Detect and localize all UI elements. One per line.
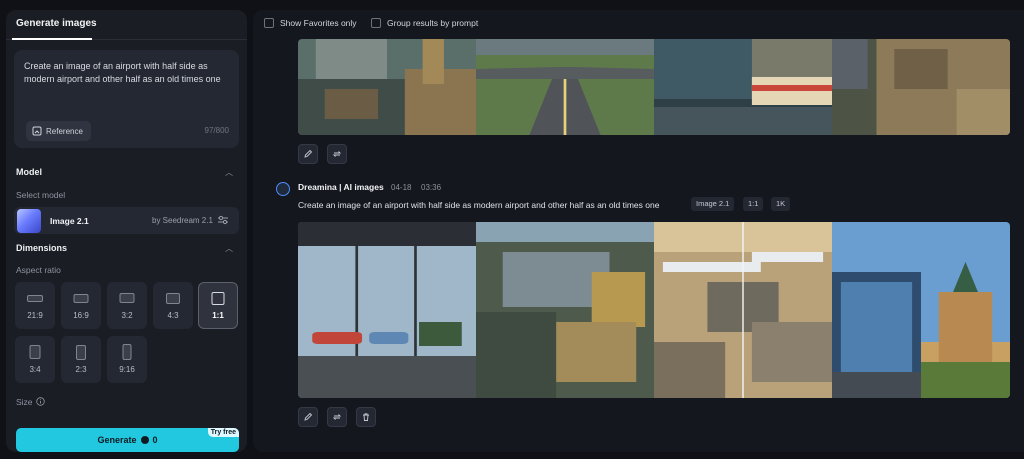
- ratio-option-3-4[interactable]: 3:4: [15, 336, 55, 383]
- regenerate-button[interactable]: [327, 407, 347, 427]
- ratio-shape: [73, 294, 89, 303]
- chevron-up-icon[interactable]: ︿: [225, 167, 233, 178]
- result-image[interactable]: [298, 222, 476, 398]
- ratio-shape: [76, 345, 86, 360]
- tab-active-indicator: [12, 38, 92, 40]
- ratio-label: 16:9: [73, 311, 89, 320]
- regenerate-button[interactable]: [327, 144, 347, 164]
- ratio-option-2-3[interactable]: 2:3: [61, 336, 101, 383]
- favorites-filter[interactable]: Show Favorites only: [264, 18, 357, 28]
- results-area: Show Favorites only Group results by pro…: [253, 10, 1024, 452]
- result-image[interactable]: [832, 222, 1010, 398]
- edit-button[interactable]: [298, 144, 318, 164]
- result-tag-size: 1K: [771, 197, 791, 211]
- result-tag-ratio: 1:1: [743, 197, 764, 211]
- result-image[interactable]: [654, 222, 832, 398]
- tab-generate-images[interactable]: Generate images: [16, 18, 97, 29]
- aspect-ratio-label: Aspect ratio: [16, 265, 61, 275]
- refresh-icon: [332, 151, 342, 157]
- result-image[interactable]: [476, 222, 654, 398]
- edit-button[interactable]: [298, 407, 318, 427]
- select-model-label: Select model: [16, 190, 66, 200]
- app-root: Generate images Create an image of an ai…: [0, 0, 1024, 459]
- ratio-label: 2:3: [75, 365, 87, 374]
- group-filter[interactable]: Group results by prompt: [371, 18, 478, 28]
- model-section-title: Model: [16, 167, 42, 177]
- generate-cost: 0: [152, 435, 158, 445]
- ratio-label: 9:16: [119, 365, 135, 374]
- reference-label: Reference: [46, 126, 83, 136]
- trash-icon: [363, 413, 369, 421]
- model-thumbnail: [17, 209, 41, 233]
- result-image[interactable]: [654, 39, 832, 135]
- generate-panel: Generate images Create an image of an ai…: [6, 10, 247, 452]
- ratio-shape: [29, 345, 41, 359]
- pencil-icon: [304, 412, 313, 421]
- result-prompt: Create an image of an airport with half …: [298, 200, 660, 210]
- char-count: 97/800: [204, 126, 229, 135]
- ratio-shape: [211, 292, 225, 305]
- sliders-icon[interactable]: [217, 214, 229, 226]
- result-tag-model: Image 2.1: [691, 197, 735, 211]
- dreamina-logo-icon: [276, 182, 290, 196]
- model-name: Image 2.1: [50, 216, 89, 226]
- ratio-label: 1:1: [212, 311, 224, 320]
- prompt-input[interactable]: Create an image of an airport with half …: [14, 50, 239, 148]
- try-free-badge: Try free: [207, 428, 239, 437]
- favorites-checkbox[interactable]: [264, 18, 274, 28]
- info-icon[interactable]: [36, 397, 45, 406]
- result-image-row-1: [298, 39, 1010, 135]
- ratio-shape: [119, 293, 135, 303]
- result-image[interactable]: [298, 39, 476, 135]
- result-author: Dreamina | AI images: [298, 182, 384, 192]
- ratio-label: 4:3: [167, 311, 179, 320]
- generate-label: Generate: [97, 435, 137, 445]
- chevron-up-icon[interactable]: ︿: [225, 243, 233, 254]
- result-image[interactable]: [476, 39, 654, 135]
- group-checkbox[interactable]: [371, 18, 381, 28]
- panel-tab-bar: Generate images: [6, 10, 247, 40]
- ratio-option-1-1[interactable]: 1:1: [198, 282, 238, 329]
- prompt-text[interactable]: Create an image of an airport with half …: [24, 60, 234, 86]
- group-filter-label: Group results by prompt: [387, 18, 479, 28]
- ratio-shape: [27, 295, 43, 302]
- generate-button[interactable]: Generate 0 Try free: [16, 428, 239, 452]
- size-label: Size: [16, 397, 33, 407]
- model-selector[interactable]: Image 2.1 by Seedream 2.1: [14, 207, 239, 234]
- delete-button[interactable]: [356, 407, 376, 427]
- ratio-option-16-9[interactable]: 16:9: [61, 282, 101, 329]
- model-provider: by Seedream 2.1: [152, 216, 213, 225]
- reference-button[interactable]: Reference: [26, 121, 91, 141]
- result-image[interactable]: [832, 39, 1010, 135]
- ratio-label: 3:4: [29, 365, 41, 374]
- result-date: 04-18: [391, 183, 412, 192]
- ratio-option-21-9[interactable]: 21:9: [15, 282, 55, 329]
- ratio-label: 21:9: [27, 311, 43, 320]
- result-image-row-2: [298, 222, 1010, 398]
- image-reference-icon: [32, 126, 42, 136]
- refresh-icon: [332, 414, 342, 420]
- ratio-option-9-16[interactable]: 9:16: [107, 336, 147, 383]
- ratio-option-3-2[interactable]: 3:2: [107, 282, 147, 329]
- result-time: 03:36: [421, 183, 442, 192]
- pencil-icon: [304, 149, 313, 158]
- ratio-option-4-3[interactable]: 4:3: [153, 282, 193, 329]
- ratio-label: 3:2: [121, 311, 133, 320]
- credit-icon: [140, 436, 149, 444]
- dimensions-section-title: Dimensions: [16, 243, 68, 253]
- ratio-shape: [122, 344, 132, 360]
- ratio-shape: [166, 293, 180, 304]
- favorites-filter-label: Show Favorites only: [280, 18, 357, 28]
